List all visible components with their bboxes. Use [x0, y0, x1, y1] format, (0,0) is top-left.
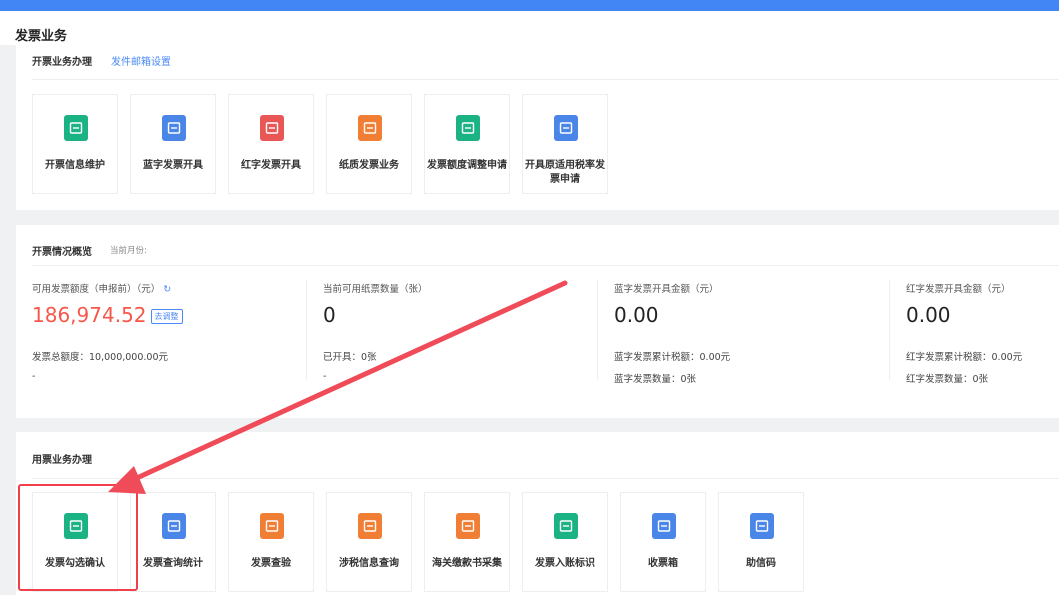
stat-title: 蓝字发票开具金额（元） — [614, 284, 719, 295]
tile-mailbox[interactable]: 收票箱 — [620, 492, 706, 592]
tile-notepad-edit[interactable]: 开具原适用税率发票申请 — [522, 94, 608, 194]
stat-block: 当前可用纸票数量（张） 0 已开具：0张 - — [323, 281, 603, 382]
tile-label: 蓝字发票开具 — [143, 160, 203, 171]
use-section: 用票业务办理 发票勾选确认 发票查询统计 发票查验 涉税信息查询 海关缴款书采集 发票入账… — [16, 432, 1059, 595]
tile-label: 涉税信息查询 — [339, 558, 399, 569]
overview-section: 开票情况概览 当前月份: 可用发票额度（申报前）（元） ↻ 186,974.52 去… — [16, 225, 1059, 418]
adjust-button[interactable]: 去调整 — [150, 309, 183, 324]
stat-block: 蓝字发票开具金额（元） 0.00 蓝字发票累计税额：0.00元 蓝字发票数量：0张 — [614, 281, 894, 385]
tile-label: 发票入账标识 — [535, 558, 595, 569]
divider — [597, 280, 598, 380]
stat-block: 红字发票开具金额（元） 0.00 红字发票累计税额：0.00元 红字发票数量：0张 — [906, 281, 1059, 385]
section-title: 开票业务办理 — [32, 57, 92, 68]
tile-label: 发票查验 — [251, 558, 291, 569]
divider — [306, 280, 307, 380]
tile-label: 开具原适用税率发票申请 — [525, 160, 605, 185]
tile-quota-edit[interactable]: 发票额度调整申请 — [424, 94, 510, 194]
tile-shield-ticket[interactable]: 发票查验 — [228, 492, 314, 592]
tile-label: 发票查询统计 — [143, 558, 203, 569]
tile-label: 助信码 — [746, 558, 776, 569]
search-doc-icon — [162, 513, 186, 539]
issue-section: 开票业务办理 发件邮箱设置 开票信息维护 蓝字发票开具 红字发票开具 纸质发票业务 发票… — [16, 45, 1059, 210]
notepad-edit-icon — [554, 115, 578, 141]
stat-detail: 红字发票数量：0张 — [906, 374, 989, 385]
stat-value: 0.00 — [906, 303, 951, 327]
stat-detail: 已开具：0张 — [323, 352, 377, 363]
stat-detail: 蓝字发票数量：0张 — [614, 374, 697, 385]
divider — [32, 265, 1059, 266]
quota-edit-icon — [456, 115, 480, 141]
page-header: 发票业务 — [0, 11, 1059, 45]
section-title: 用票业务办理 — [32, 455, 92, 466]
section-title: 开票情况概览 — [32, 247, 92, 258]
tile-label: 海关缴款书采集 — [432, 558, 502, 569]
ticket-down-icon — [554, 513, 578, 539]
tile-label: 开票信息维护 — [45, 160, 105, 171]
folder-search-icon — [358, 513, 382, 539]
divider — [32, 478, 1059, 479]
stat-value: 186,974.52 — [32, 303, 147, 327]
stat-title: 当前可用纸票数量（张） — [323, 284, 428, 295]
tile-edit-ticket[interactable]: 开票信息维护 — [32, 94, 118, 194]
tile-label: 纸质发票业务 — [339, 160, 399, 171]
tile-qrcode[interactable]: 助信码 — [718, 492, 804, 592]
tile-label: 收票箱 — [648, 558, 678, 569]
stat-value: 0.00 — [614, 303, 659, 327]
qrcode-icon — [750, 513, 774, 539]
tile-search-doc[interactable]: 发票查询统计 — [130, 492, 216, 592]
tile-label: 发票额度调整申请 — [427, 160, 507, 171]
edit-ticket-icon — [64, 115, 88, 141]
month-label: 当前月份: — [110, 246, 147, 256]
stat-detail: 蓝字发票累计税额：0.00元 — [614, 352, 731, 363]
tile-anchor-doc[interactable]: 海关缴款书采集 — [424, 492, 510, 592]
stat-detail: - — [32, 371, 36, 382]
stat-detail: 红字发票累计税额：0.00元 — [906, 352, 1023, 363]
stat-title: 红字发票开具金额（元） — [906, 284, 1011, 295]
tile-label: 红字发票开具 — [241, 160, 301, 171]
stat-block: 可用发票额度（申报前）（元） ↻ 186,974.52 去调整发票总额度：10,00… — [32, 281, 312, 382]
refresh-icon[interactable]: ↻ — [163, 284, 171, 295]
page-title: 发票业务 — [15, 29, 68, 44]
mailbox-icon — [652, 513, 676, 539]
paper-ticket-icon — [358, 115, 382, 141]
ticket-arrow-right-icon — [162, 115, 186, 141]
highlight-box — [18, 484, 138, 591]
stat-value: 0 — [323, 303, 336, 327]
stat-detail: - — [323, 371, 327, 382]
mail-settings-link[interactable]: 发件邮箱设置 — [111, 53, 171, 68]
divider — [889, 280, 890, 380]
top-bar — [0, 0, 1059, 11]
tile-paper-ticket[interactable]: 纸质发票业务 — [326, 94, 412, 194]
divider — [32, 79, 1059, 80]
tile-ticket-arrow-right[interactable]: 蓝字发票开具 — [130, 94, 216, 194]
tile-folder-search[interactable]: 涉税信息查询 — [326, 492, 412, 592]
tile-ticket-down[interactable]: 发票入账标识 — [522, 492, 608, 592]
stat-title: 可用发票额度（申报前）（元） — [32, 284, 161, 295]
tile-ticket-arrow-left[interactable]: 红字发票开具 — [228, 94, 314, 194]
stat-detail: 发票总额度：10,000,000.00元 — [32, 352, 169, 363]
anchor-doc-icon — [456, 513, 480, 539]
shield-ticket-icon — [260, 513, 284, 539]
ticket-arrow-left-icon — [260, 115, 284, 141]
